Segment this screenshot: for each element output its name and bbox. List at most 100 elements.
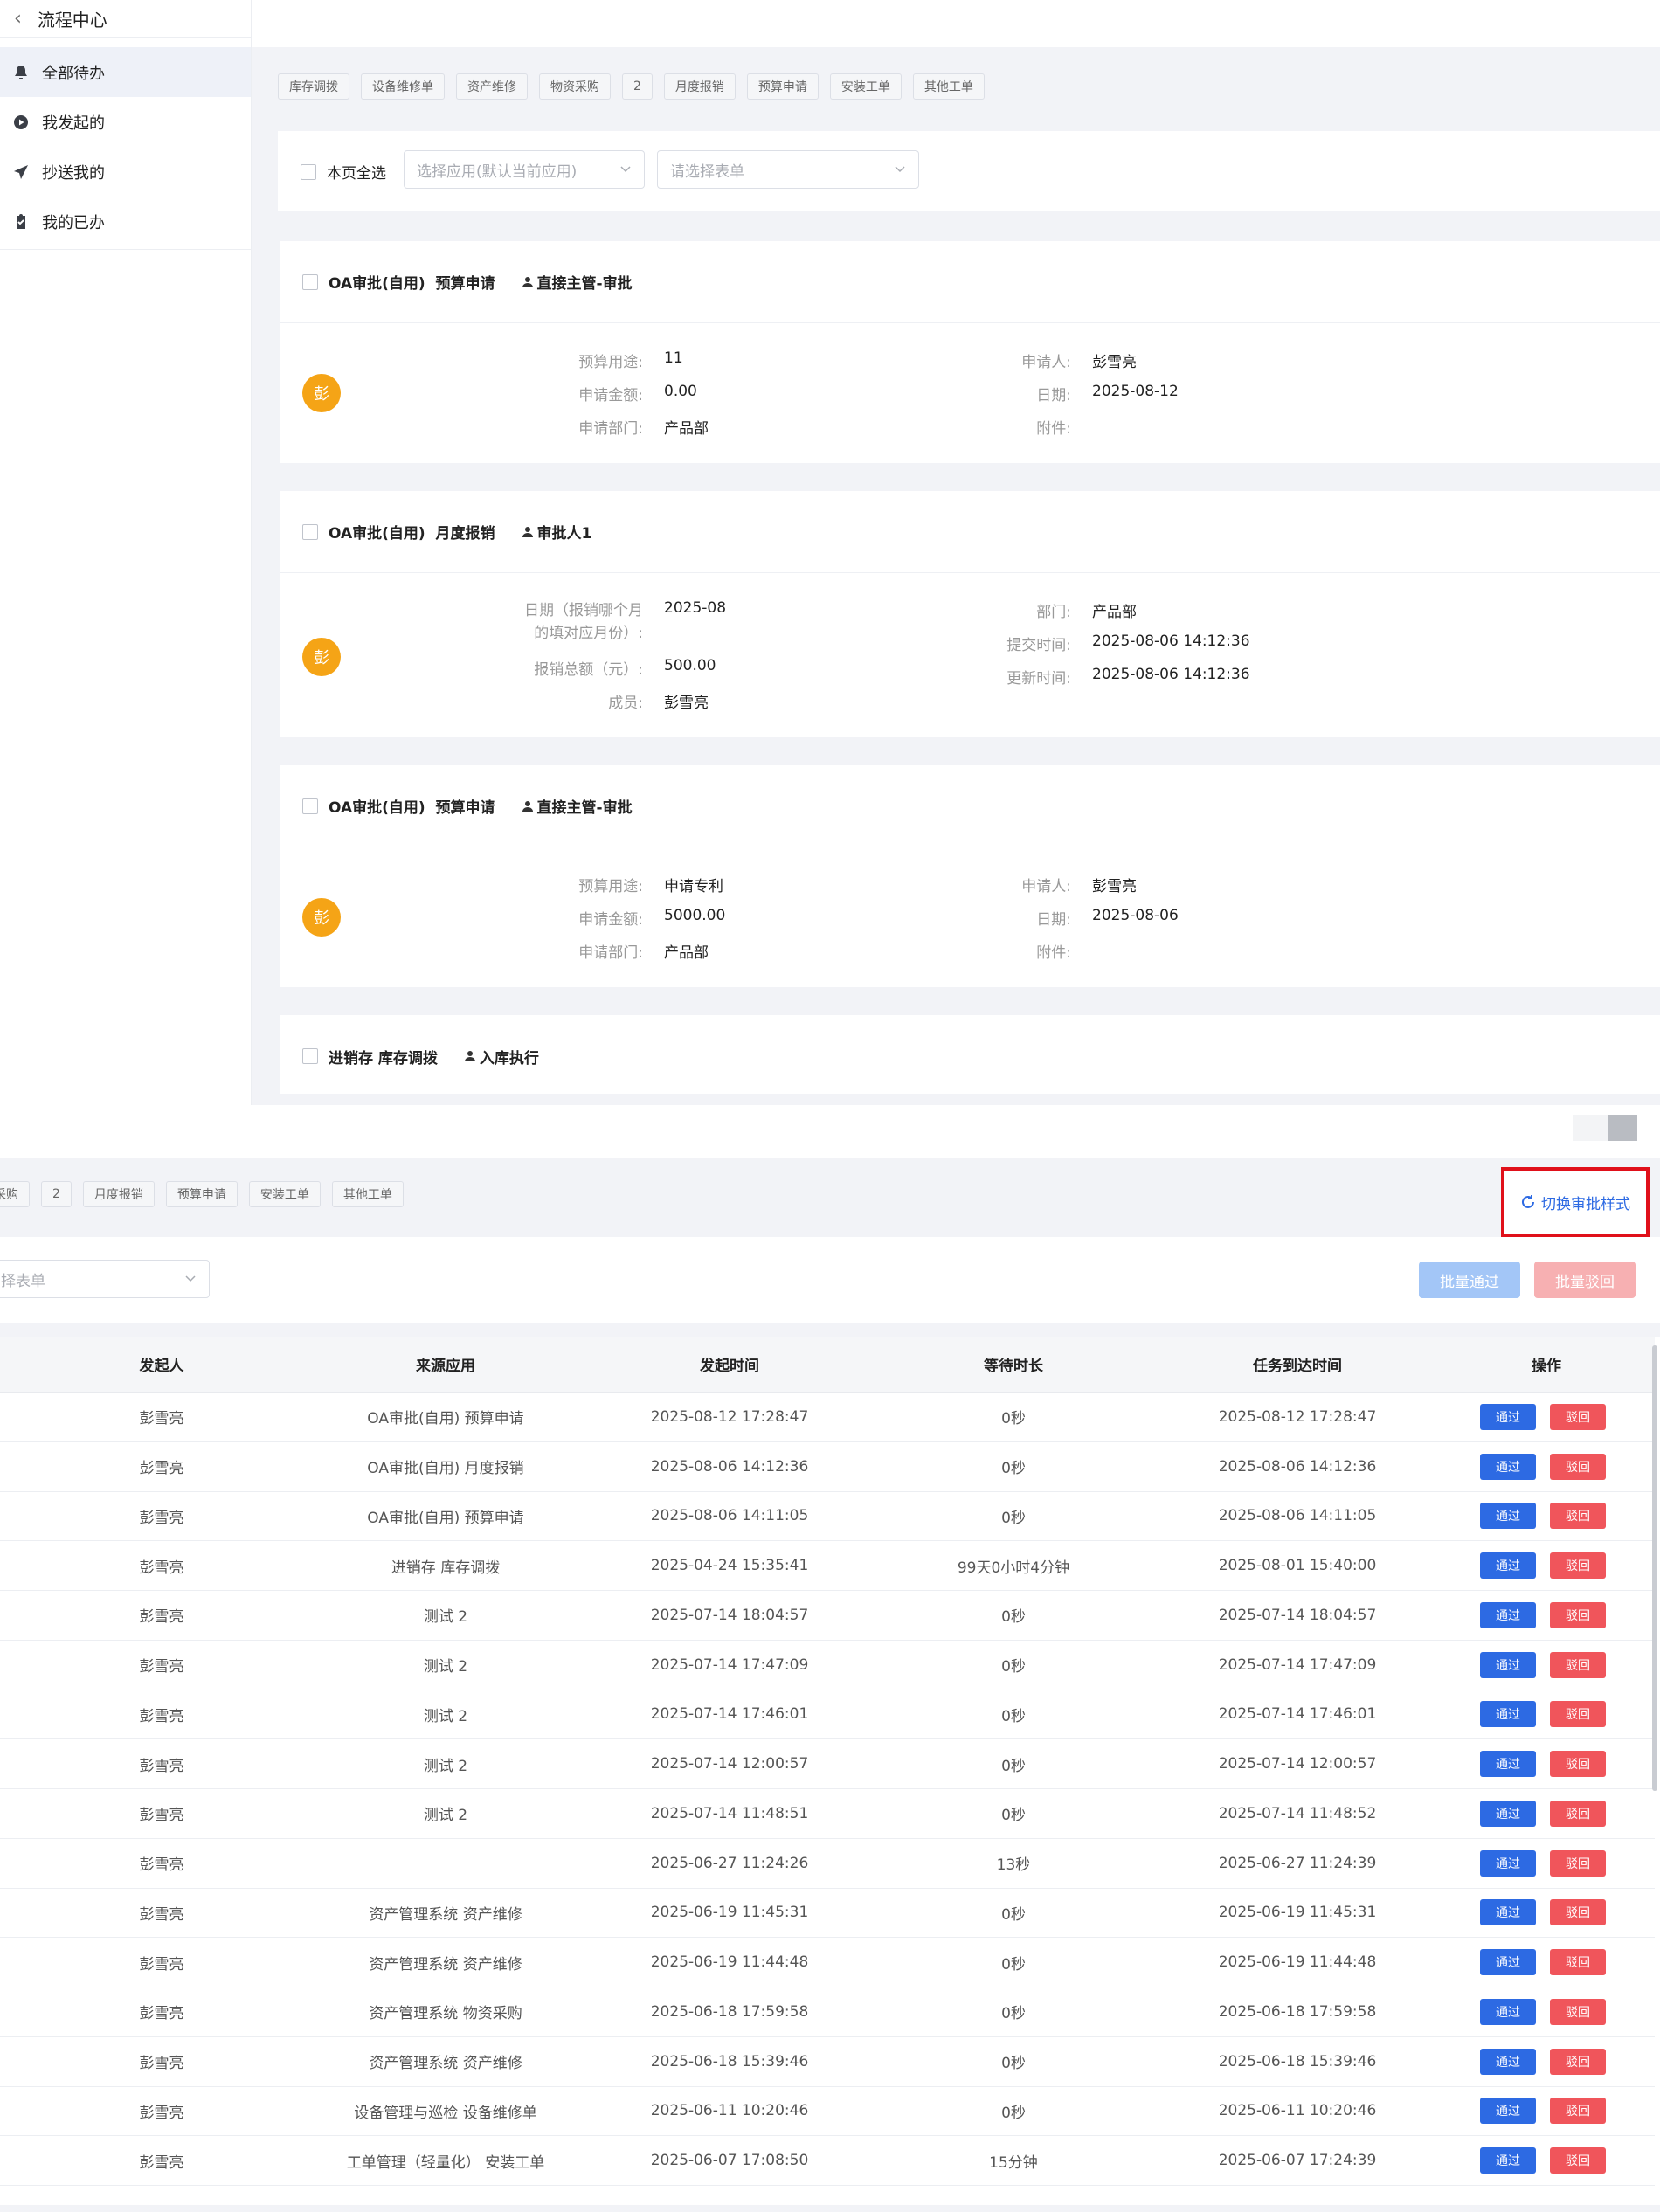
reject-button[interactable]: 驳回 (1550, 1998, 1606, 2025)
approve-button[interactable]: 通过 (1480, 1601, 1536, 1628)
reject-button[interactable]: 驳回 (1550, 1403, 1606, 1430)
chip[interactable]: 预算申请 (165, 1181, 238, 1207)
sidebar-item-all-todo[interactable]: 全部待办 (0, 47, 251, 97)
checkbox[interactable] (302, 523, 318, 540)
reject-button[interactable]: 驳回 (1550, 1453, 1606, 1480)
chip[interactable]: 2 (622, 73, 653, 100)
approve-button[interactable]: 通过 (1480, 2147, 1536, 2174)
reject-button[interactable]: 驳回 (1550, 1701, 1606, 1728)
cell-app: OA审批(自用) 月度报销 (367, 1460, 524, 1478)
chip[interactable]: 预算申请 (746, 73, 819, 100)
reject-button[interactable]: 驳回 (1550, 1601, 1606, 1628)
filter-bar (0, 1237, 1660, 1323)
table-row[interactable]: 彭雪亮 工单管理（轻量化） 安装工单 2025-06-07 17:08:50 15分钟… (0, 2136, 1655, 2186)
reject-button[interactable]: 驳回 (1550, 1949, 1606, 1976)
cell-app: 资产管理系统 物资采购 (369, 2005, 522, 2023)
checkbox[interactable] (302, 1048, 318, 1064)
table-row[interactable]: 彭雪亮 资产管理系统 资产维修 2025-06-19 11:45:31 0秒 2025-… (0, 1889, 1655, 1939)
table-row[interactable]: 彭雪亮 资产管理系统 物资采购 2025-06-18 17:59:58 0秒 2025-… (0, 1987, 1655, 2037)
bulk-reject-button[interactable]: 批量驳回 (1534, 1262, 1636, 1298)
approve-button[interactable]: 通过 (1480, 1403, 1536, 1430)
task-card[interactable]: OA审批(自用) 预算申请 直接主管-审批 彭 预算用途: 申请专利 申请金额: 5… (280, 765, 1660, 987)
chip[interactable]: 月度报销 (82, 1181, 155, 1207)
table-row[interactable]: 彭雪亮 OA审批(自用) 预算申请 2025-08-12 17:28:47 0秒 202… (0, 1393, 1655, 1442)
chip[interactable]: 安装工单 (248, 1181, 321, 1207)
table-row[interactable]: 彭雪亮 测试 2 2025-07-14 17:46:01 0秒 2025-07-14 1… (0, 1690, 1655, 1740)
back-chevron-icon[interactable]: ‹ (14, 8, 22, 30)
table-row[interactable]: 彭雪亮 进销存 库存调拨 2025-04-24 15:35:41 99天0小时4分钟 2… (0, 1541, 1655, 1591)
form-select[interactable]: 请选择表单 (657, 150, 919, 189)
approve-button[interactable]: 通过 (1480, 1552, 1536, 1580)
field-value: 0.00 (664, 383, 697, 400)
chip[interactable]: 资产维修 (456, 73, 528, 100)
chip[interactable]: 设备维修单 (361, 73, 445, 100)
chip[interactable]: 物资采购 (539, 73, 611, 100)
switch-approval-style-button[interactable]: 切换审批样式 (1501, 1167, 1650, 1237)
bulk-approve-button[interactable]: 批量通过 (1419, 1262, 1520, 1298)
scrollbar[interactable] (1652, 1345, 1657, 1791)
chip[interactable]: 其他工单 (912, 73, 985, 100)
chevron-down-icon (185, 1275, 196, 1282)
approve-button[interactable]: 通过 (1480, 1800, 1536, 1827)
approve-button[interactable]: 通过 (1480, 1453, 1536, 1480)
approve-button[interactable]: 通过 (1480, 1899, 1536, 1926)
approve-button[interactable]: 通过 (1480, 1949, 1536, 1976)
checkbox[interactable] (302, 798, 318, 814)
table-row[interactable]: 彭雪亮 OA审批(自用) 预算申请 2025-08-06 14:11:05 0秒 202… (0, 1492, 1655, 1542)
chip[interactable]: 月度报销 (663, 73, 736, 100)
cell-arrive: 2025-08-06 14:11:05 (1218, 1507, 1377, 1525)
approve-button[interactable]: 通过 (1480, 2098, 1536, 2125)
table-row[interactable]: 彭雪亮 OA审批(自用) 月度报销 2025-08-06 14:12:36 0秒 202… (0, 1442, 1655, 1492)
task-card[interactable]: OA审批(自用) 预算申请 直接主管-审批 彭 预算用途: 11 申请金额: 0.0… (280, 241, 1660, 463)
task-card[interactable]: OA审批(自用) 月度报销 审批人1 彭 日期（报销哪个月 的填对应月份）: 202… (280, 491, 1660, 737)
sidebar-item-done[interactable]: 我的已办 (0, 197, 251, 246)
table-row[interactable]: 彭雪亮 资产管理系统 资产维修 2025-06-19 11:44:48 0秒 2025-… (0, 1938, 1655, 1987)
approve-button[interactable]: 通过 (1480, 1849, 1536, 1877)
approve-button[interactable]: 通过 (1480, 1998, 1536, 2025)
checkbox[interactable] (301, 163, 316, 180)
table-row[interactable]: 彭雪亮 2025-06-27 11:24:26 13秒 2025-06-27 11:2… (0, 1839, 1655, 1889)
table-row[interactable]: 彭雪亮 测试 2 2025-07-14 18:04:57 0秒 2025-07-14 1… (0, 1591, 1655, 1641)
field-label-line: 的填对应月份）: (534, 625, 643, 642)
chip[interactable]: 安装工单 (829, 73, 902, 100)
approve-button[interactable]: 通过 (1480, 1503, 1536, 1530)
approve-button[interactable]: 通过 (1480, 1701, 1536, 1728)
table-row[interactable]: 彭雪亮 设备管理与巡检 设备维修单 2025-06-11 10:20:46 0秒 202… (0, 2087, 1655, 2137)
cell-arrive: 2025-08-01 15:40:00 (1218, 1557, 1377, 1575)
cell-actions: 通过 驳回 (1480, 2147, 1611, 2174)
reject-button[interactable]: 驳回 (1550, 1552, 1606, 1580)
reject-button[interactable]: 驳回 (1550, 2048, 1606, 2075)
sidebar-item-initiated[interactable]: 我发起的 (0, 97, 251, 147)
chip[interactable]: 采购 (0, 1181, 30, 1207)
approve-button[interactable]: 通过 (1480, 2048, 1536, 2075)
chevron-down-icon (895, 166, 905, 173)
switch-style-label: 切换审批样式 (1541, 1195, 1630, 1213)
reject-button[interactable]: 驳回 (1550, 1651, 1606, 1678)
form-select[interactable]: 择表单 (0, 1260, 210, 1298)
reject-button[interactable]: 驳回 (1550, 1899, 1606, 1926)
reject-button[interactable]: 驳回 (1550, 2147, 1606, 2174)
approve-button[interactable]: 通过 (1480, 1751, 1536, 1778)
task-card[interactable]: 进销存 库存调拨 入库执行 (280, 1015, 1660, 1094)
sidebar-item-label: 我发起的 (42, 114, 105, 133)
sidebar-item-cc[interactable]: 抄送我的 (0, 147, 251, 197)
cell-arrive: 2025-07-14 12:00:57 (1218, 1755, 1377, 1773)
reject-button[interactable]: 驳回 (1550, 1503, 1606, 1530)
chip[interactable]: 库存调拨 (278, 73, 349, 100)
chip[interactable]: 其他工单 (331, 1181, 404, 1207)
cell-wait: 0秒 (1001, 2005, 1026, 2023)
chip[interactable]: 2 (41, 1181, 72, 1207)
checkbox[interactable] (302, 273, 318, 290)
table-row[interactable]: 彭雪亮 测试 2 2025-07-14 12:00:57 0秒 2025-07-14 1… (0, 1739, 1655, 1789)
table-row[interactable]: 彭雪亮 资产管理系统 资产维修 2025-06-18 15:39:46 0秒 2025-… (0, 2037, 1655, 2087)
field-label: 日期（报销哪个月 的填对应月份）: (454, 599, 643, 645)
select-all-checkbox[interactable]: 本页全选 (301, 161, 386, 183)
table-row[interactable]: 彭雪亮 测试 2 2025-07-14 11:48:51 0秒 2025-07-14 1… (0, 1789, 1655, 1839)
table-row[interactable]: 彭雪亮 测试 2 2025-07-14 17:47:09 0秒 2025-07-14 1… (0, 1641, 1655, 1690)
approve-button[interactable]: 通过 (1480, 1651, 1536, 1678)
reject-button[interactable]: 驳回 (1550, 1849, 1606, 1877)
app-select[interactable]: 选择应用(默认当前应用) (404, 150, 645, 189)
reject-button[interactable]: 驳回 (1550, 1751, 1606, 1778)
reject-button[interactable]: 驳回 (1550, 1800, 1606, 1827)
reject-button[interactable]: 驳回 (1550, 2098, 1606, 2125)
